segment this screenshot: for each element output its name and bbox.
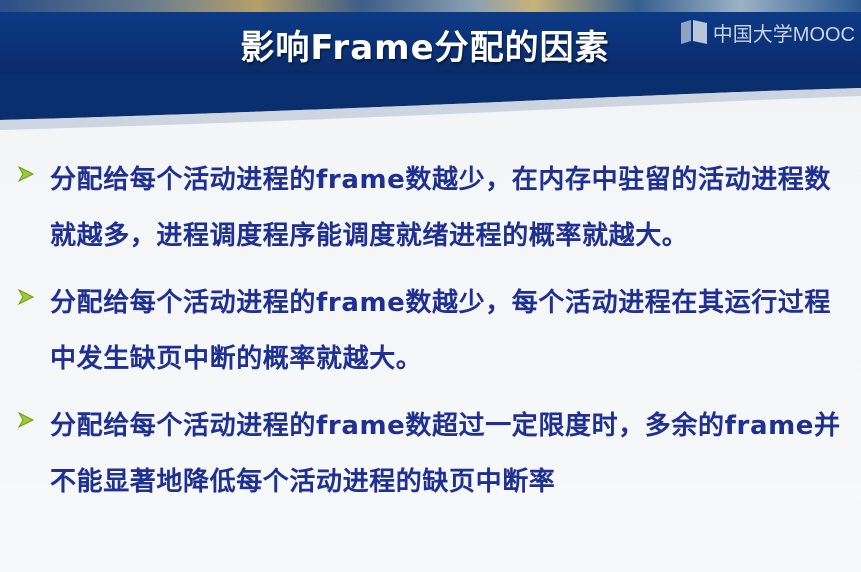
slide-title: 影响Frame分配的因素	[240, 27, 610, 68]
chevron-arrow-icon	[17, 288, 35, 306]
chevron-arrow-icon	[17, 411, 35, 429]
top-decoration-strip	[0, 0, 861, 12]
mooc-logo-icon	[680, 20, 707, 44]
bullet-item: 分配给每个活动进程的frame数越少，在内存中驻留的活动进程数就越多，进程调度程…	[14, 152, 849, 264]
mooc-logo: 中国大学MOOC	[679, 15, 855, 49]
bullet-list: 分配给每个活动进程的frame数越少，在内存中驻留的活动进程数就越多，进程调度程…	[14, 152, 849, 521]
bullet-item: 分配给每个活动进程的frame数超过一定限度时，多余的frame并不能显著地降低…	[14, 398, 849, 510]
slide: 影响Frame分配的因素 中国大学MOOC 分配给每个活动进程的frame数越少…	[0, 0, 861, 572]
header-wave-decoration	[0, 74, 861, 130]
bullet-text: 分配给每个活动进程的frame数超过一定限度时，多余的frame并不能显著地降低…	[50, 411, 841, 497]
logo-text: 中国大学MOOC	[712, 23, 855, 46]
bullet-item: 分配给每个活动进程的frame数越少，每个活动进程在其运行过程中发生缺页中断的概…	[14, 275, 849, 387]
bullet-text: 分配给每个活动进程的frame数越少，在内存中驻留的活动进程数就越多，进程调度程…	[50, 165, 832, 251]
chevron-arrow-icon	[17, 165, 35, 183]
bullet-text: 分配给每个活动进程的frame数越少，每个活动进程在其运行过程中发生缺页中断的概…	[50, 288, 832, 374]
